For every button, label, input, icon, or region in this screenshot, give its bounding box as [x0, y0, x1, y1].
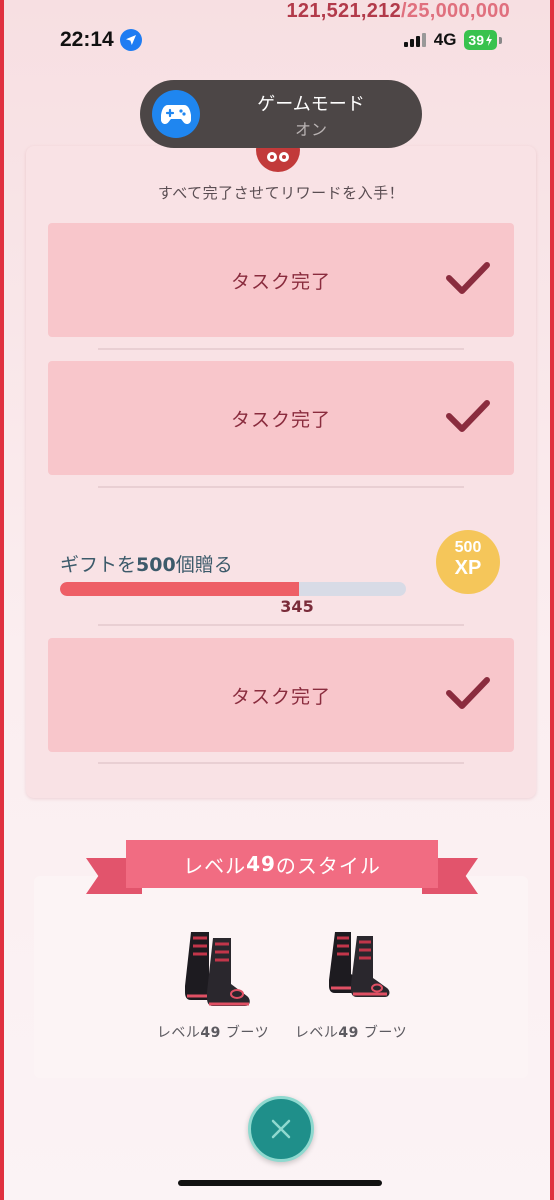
- gift-label-number: 500: [136, 554, 176, 576]
- toast-title: ゲームモード: [257, 94, 365, 115]
- style-banner: レベル 49 のスタイル: [86, 840, 478, 902]
- battery-icon: 39: [464, 30, 502, 50]
- clock: 22:14: [60, 28, 114, 51]
- style-item-label: レベル49 ブーツ: [156, 1025, 270, 1041]
- progress-goal: 25,000,000: [406, 0, 510, 22]
- task-label: タスク完了: [230, 686, 331, 708]
- banner-suffix: のスタイル: [275, 853, 381, 878]
- style-banner-title: レベル 49 のスタイル: [126, 840, 438, 888]
- boots-icon: [329, 932, 390, 997]
- style-item[interactable]: レベル49 ブーツ: [148, 924, 278, 1042]
- game-mode-toast[interactable]: ゲームモード オン: [140, 80, 422, 148]
- gift-label-suffix: 個贈る: [175, 554, 233, 576]
- task-card[interactable]: タスク完了: [48, 638, 514, 752]
- banner-number: 49: [246, 852, 276, 876]
- gift-task-label: ギフトを500個贈る: [60, 550, 233, 577]
- status-time: 22:14: [60, 28, 142, 52]
- home-indicator[interactable]: [178, 1180, 382, 1186]
- location-arrow-icon: [119, 29, 142, 51]
- banner-prefix: レベル: [183, 853, 247, 878]
- close-icon: [271, 1119, 291, 1139]
- status-indicators: 4G 39: [403, 30, 502, 50]
- xp-reward-badge[interactable]: 500 XP: [436, 530, 500, 594]
- style-item[interactable]: レベル49 ブーツ: [286, 924, 416, 1042]
- divider: [98, 348, 464, 350]
- top-progress-counter: 121,521,212/25,000,000: [287, 0, 511, 23]
- xp-unit: XP: [454, 557, 482, 579]
- network-type: 4G: [433, 30, 457, 49]
- app-frame: 121,521,212/25,000,000 22:14 4G 39 すべて完了…: [0, 0, 554, 1200]
- cellular-signal-icon: [403, 33, 426, 47]
- gift-progress-value: 345: [280, 597, 314, 616]
- toast-subtitle: オン: [294, 120, 327, 139]
- gift-label-prefix: ギフトを: [60, 554, 137, 576]
- task-card[interactable]: タスク完了: [48, 361, 514, 475]
- gamepad-icon: [152, 90, 200, 138]
- checkmark-icon: [446, 262, 490, 294]
- divider: [98, 624, 464, 626]
- boots-icon: [185, 932, 250, 1006]
- progress-current: 121,521,212: [286, 0, 402, 22]
- gift-progress-bar: [60, 582, 406, 596]
- checkmark-icon: [446, 677, 490, 709]
- research-subtitle: すべて完了させてリワードを入手！: [157, 184, 405, 202]
- battery-level: 39: [468, 32, 484, 48]
- gift-progress-fill: [60, 582, 299, 596]
- style-item-label: レベル49 ブーツ: [294, 1025, 408, 1041]
- task-label: タスク完了: [230, 271, 331, 293]
- task-card[interactable]: タスク完了: [48, 223, 514, 337]
- divider: [98, 762, 464, 764]
- task-label: タスク完了: [230, 409, 331, 431]
- divider: [98, 486, 464, 488]
- xp-amount: 500: [454, 539, 482, 556]
- close-button[interactable]: [248, 1096, 314, 1162]
- style-rewards-panel: [34, 876, 528, 1078]
- checkmark-icon: [446, 400, 490, 432]
